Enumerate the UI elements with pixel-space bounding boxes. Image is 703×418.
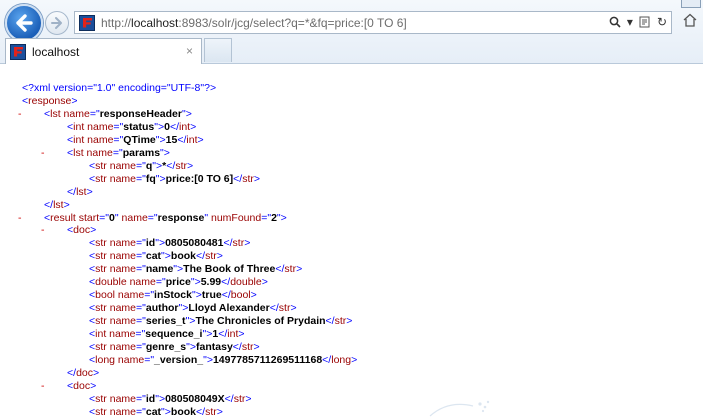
- result-open: <result start="0" name="response" numFou…: [44, 211, 287, 224]
- url-text[interactable]: http://localhost:8983/solr/jcg/select?q=…: [101, 16, 407, 30]
- doc-field: <str name="author">Lloyd Alexander</str>: [89, 302, 297, 315]
- xml-prolog: <?xml version="1.0" encoding="UTF-8"?>: [22, 82, 217, 94]
- qtime-field: <int name="QTime">15</int>: [67, 133, 204, 146]
- address-dropdown-icon[interactable]: ▾: [627, 15, 633, 29]
- forward-arrow-icon: [51, 17, 62, 29]
- solr-favicon-icon: [10, 43, 26, 60]
- browser-chrome: http://localhost:8983/solr/jcg/select?q=…: [0, 0, 703, 64]
- tab-localhost[interactable]: localhost ×: [5, 38, 202, 64]
- lst-response-header-close: </lst>: [44, 198, 70, 211]
- doc-field: <bool name="inStock">true</bool>: [89, 289, 257, 302]
- param-q: <str name="q">*</str>: [89, 159, 194, 172]
- status-field: <int name="status">0</int>: [67, 120, 197, 133]
- collapse-toggle[interactable]: -: [41, 224, 45, 236]
- forward-button[interactable]: [45, 11, 69, 35]
- doc-field: <str name="series_t">The Chronicles of P…: [89, 315, 353, 328]
- param-fq: <str name="fq">price:[0 TO 6]</str>: [89, 172, 261, 185]
- compat-view-icon[interactable]: [639, 16, 651, 28]
- back-button[interactable]: [5, 4, 43, 42]
- watermark-graphic: [429, 400, 490, 417]
- doc-field: <str name="cat">book</str>: [89, 250, 223, 263]
- address-bar[interactable]: http://localhost:8983/solr/jcg/select?q=…: [74, 11, 672, 34]
- refresh-icon[interactable]: ↻: [657, 15, 667, 29]
- doc-open: <doc>: [67, 379, 97, 392]
- lst-response-header: <lst name="responseHeader">: [44, 107, 192, 120]
- home-icon[interactable]: [683, 13, 697, 27]
- lst-params: <lst name="params">: [67, 146, 170, 159]
- doc-close: </doc>: [67, 366, 100, 379]
- solr-favicon-icon: [79, 14, 95, 31]
- doc-field: <long name="_version_">14977857112695111…: [89, 353, 358, 366]
- lst-params-close: </lst>: [67, 185, 93, 198]
- tab-title: localhost: [32, 44, 80, 59]
- back-arrow-icon: [16, 14, 33, 32]
- window-restore-button[interactable]: [681, 0, 701, 8]
- doc-field: <str name="cat">book</str>: [89, 405, 223, 418]
- doc-field: <str name="id">0805080481</str>: [89, 237, 251, 250]
- xml-viewer: <?xml version="1.0" encoding="UTF-8"?>-<…: [0, 65, 703, 418]
- search-icon[interactable]: [609, 16, 621, 28]
- collapse-toggle[interactable]: -: [18, 212, 22, 224]
- doc-field: <double name="price">5.99</double>: [89, 276, 268, 289]
- doc-field: <str name="id">080508049X</str>: [89, 392, 252, 405]
- doc-open: <doc>: [67, 224, 97, 237]
- new-tab-button[interactable]: [204, 38, 232, 62]
- tab-close-icon[interactable]: ×: [186, 44, 193, 58]
- collapse-toggle[interactable]: -: [41, 380, 45, 392]
- response-open: <response>: [22, 94, 78, 107]
- doc-field: <str name="genre_s">fantasy</str>: [89, 341, 260, 353]
- doc-field: <int name="sequence_i">1</int>: [89, 328, 245, 341]
- collapse-toggle[interactable]: -: [18, 108, 22, 120]
- doc-field: <str name="name">The Book of Three</str>: [89, 263, 303, 276]
- collapse-toggle[interactable]: -: [41, 147, 45, 159]
